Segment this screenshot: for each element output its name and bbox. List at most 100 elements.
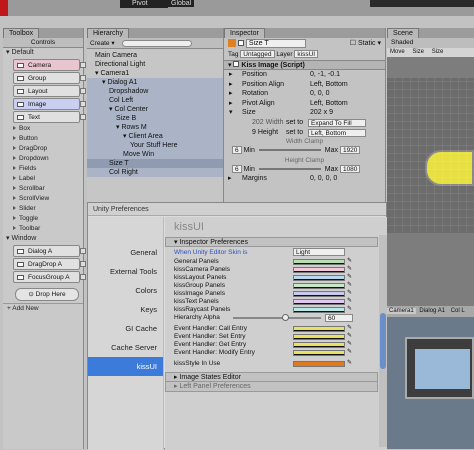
- create-dropdown[interactable]: Create: [90, 40, 110, 47]
- game-view[interactable]: [387, 317, 474, 449]
- toolbox-dialog-a[interactable]: Dialog A: [13, 245, 86, 257]
- height-max-field[interactable]: 1080: [339, 164, 361, 173]
- inspector-row-value[interactable]: Left, Bottom: [310, 80, 348, 90]
- margins-expand-icon[interactable]: ▸: [228, 174, 232, 184]
- game-tab-camera1[interactable]: Camera1: [387, 308, 416, 314]
- tab-toolbox[interactable]: Toolbox: [3, 28, 40, 38]
- hierarchy-item[interactable]: Move Win: [87, 150, 223, 159]
- toolbox-camera[interactable]: Camera: [13, 59, 86, 71]
- toolbox-text[interactable]: Text: [13, 111, 86, 123]
- slider-knob[interactable]: [281, 314, 289, 321]
- toolbox-focusgroup-a[interactable]: FocusGroup A: [13, 271, 86, 283]
- eyedropper-icon[interactable]: ✎: [347, 349, 354, 356]
- margins-value[interactable]: 0, 0, 0, 0: [310, 174, 337, 184]
- eyedropper-icon[interactable]: ✎: [347, 325, 354, 332]
- preferences-nav-item[interactable]: External Tools: [88, 262, 163, 281]
- inspector-preferences-header[interactable]: ▾ Inspector Preferences: [165, 237, 378, 247]
- skin-dropdown[interactable]: Light: [293, 248, 345, 256]
- hierarchy-item[interactable]: ▾ Client Area: [87, 132, 223, 141]
- hierarchy-item[interactable]: Main Camera: [87, 51, 223, 60]
- tab-inspector[interactable]: Inspector: [224, 28, 265, 38]
- picker-icon[interactable]: [80, 62, 86, 68]
- hierarchy-item[interactable]: Col Right: [87, 168, 223, 177]
- color-swatch[interactable]: [293, 259, 345, 265]
- eyedropper-icon[interactable]: ✎: [347, 360, 354, 367]
- eyedropper-icon[interactable]: ✎: [347, 298, 354, 305]
- inspector-row-value[interactable]: 0, -1, -0.1: [310, 70, 340, 80]
- width-max-field[interactable]: 1920: [339, 146, 361, 155]
- expand-arrow-icon[interactable]: ▸: [229, 89, 233, 99]
- margins-row[interactable]: ▸ Margins 0, 0, 0, 0: [224, 174, 385, 184]
- active-checkbox[interactable]: [237, 40, 244, 47]
- expand-arrow-icon[interactable]: ▸: [229, 80, 233, 90]
- scrollbar-thumb[interactable]: [380, 313, 386, 369]
- eyedropper-icon[interactable]: ✎: [347, 266, 354, 273]
- width-mode-dropdown[interactable]: Expand To Fill: [308, 118, 366, 127]
- eyedropper-icon[interactable]: ✎: [347, 333, 354, 340]
- inspector-row-value[interactable]: 0, 0, 0: [310, 89, 329, 99]
- toolbox-group[interactable]: Group: [13, 72, 86, 84]
- color-swatch[interactable]: [293, 326, 345, 332]
- game-tab-col[interactable]: Col L: [449, 308, 467, 314]
- toolbox-dragdrop-a[interactable]: DragDrop A: [13, 258, 86, 270]
- preferences-nav-item[interactable]: Keys: [88, 300, 163, 319]
- picker-icon[interactable]: [80, 274, 86, 280]
- toolbox-toggle[interactable]: Toggle: [3, 214, 83, 224]
- pivot-toggle[interactable]: Pivot: [132, 0, 148, 7]
- color-swatch[interactable]: [293, 342, 345, 348]
- layer-dropdown[interactable]: kissUI: [294, 50, 319, 58]
- color-swatch[interactable]: [293, 334, 345, 340]
- color-swatch[interactable]: [293, 299, 345, 305]
- game-tab-dialog[interactable]: Dialog A1: [417, 308, 447, 314]
- move-tool[interactable]: Move: [387, 49, 408, 55]
- eyedropper-icon[interactable]: ✎: [347, 282, 354, 289]
- hierarchy-item[interactable]: Dropshadow: [87, 87, 223, 96]
- size-tool-1[interactable]: Size: [409, 49, 427, 55]
- add-new-button[interactable]: + Add New: [3, 303, 83, 313]
- hierarchy-item[interactable]: ▾ Dialog A1: [87, 78, 223, 87]
- toolbox-label[interactable]: Label: [3, 174, 83, 184]
- section-window[interactable]: ▾ Window: [3, 234, 83, 244]
- component-enabled-checkbox[interactable]: [233, 61, 240, 67]
- preferences-nav-item[interactable]: Cache Server: [88, 338, 163, 357]
- toolbox-button[interactable]: Button: [3, 134, 83, 144]
- width-clamp-slider[interactable]: [258, 149, 321, 152]
- toolbox-dropdown[interactable]: Dropdown: [3, 154, 83, 164]
- scene-viewport[interactable]: [387, 78, 474, 233]
- toolbox-layout[interactable]: Layout: [13, 85, 86, 97]
- hierarchy-item[interactable]: ▾ Rows M: [87, 123, 223, 132]
- eyedropper-icon[interactable]: ✎: [347, 274, 354, 281]
- width-min-field[interactable]: 6: [232, 146, 242, 155]
- color-swatch[interactable]: [293, 291, 345, 297]
- height-mode-dropdown[interactable]: Left, Bottom: [308, 128, 366, 137]
- preferences-nav-item[interactable]: kissUI: [88, 357, 163, 376]
- section-default[interactable]: ▾ Default: [3, 48, 83, 58]
- hierarchy-item[interactable]: Col Left: [87, 96, 223, 105]
- color-swatch[interactable]: [293, 267, 345, 273]
- component-header[interactable]: ▾ Kiss Image (Script): [224, 60, 385, 70]
- preferences-nav-item[interactable]: Colors: [88, 281, 163, 300]
- image-states-header[interactable]: ▸ Image States Editor: [165, 372, 378, 382]
- eyedropper-icon[interactable]: ✎: [347, 290, 354, 297]
- toolbox-fields[interactable]: Fields: [3, 164, 83, 174]
- eyedropper-icon[interactable]: ✎: [347, 341, 354, 348]
- hierarchy-item[interactable]: Your Stuff Here: [87, 141, 223, 150]
- left-panel-header[interactable]: ▸ Left Panel Preferences: [165, 382, 378, 392]
- hierarchy-item[interactable]: Size B: [87, 114, 223, 123]
- picker-icon[interactable]: [80, 101, 86, 107]
- inspector-row-value[interactable]: Left, Bottom: [310, 99, 348, 109]
- global-toggle[interactable]: Global: [168, 0, 195, 7]
- color-swatch[interactable]: [293, 307, 345, 313]
- picker-icon[interactable]: [80, 114, 86, 120]
- object-name-field[interactable]: Size T: [245, 39, 306, 48]
- eyedropper-icon[interactable]: ✎: [347, 258, 354, 265]
- toolbox-slider[interactable]: Slider: [3, 204, 83, 214]
- height-min-field[interactable]: 6: [232, 164, 242, 173]
- height-clamp-slider[interactable]: [258, 167, 321, 170]
- tab-hierarchy[interactable]: Hierarchy: [87, 28, 129, 38]
- picker-icon[interactable]: [80, 88, 86, 94]
- expand-arrow-icon[interactable]: ▾: [229, 108, 233, 118]
- expand-arrow-icon[interactable]: ▸: [229, 99, 233, 109]
- toolbox-scrollbar[interactable]: Scrollbar: [3, 184, 83, 194]
- hierarchy-item[interactable]: ▾ Camera1: [87, 69, 223, 78]
